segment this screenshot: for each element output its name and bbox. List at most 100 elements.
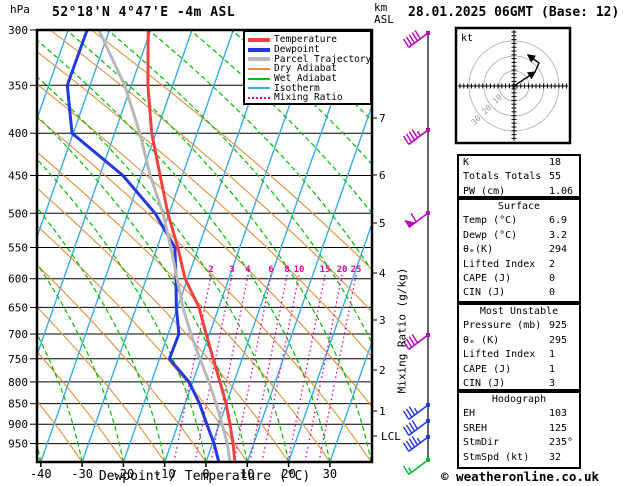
hodograph-unit-label: kt: [461, 33, 473, 44]
row-value: 294: [549, 243, 567, 257]
row-value: 103: [549, 407, 567, 421]
row-value: 3.2: [549, 229, 567, 243]
credit-link[interactable]: © weatheronline.co.uk: [441, 469, 599, 484]
mixing-ratio-axis-label: Mixing Ratio (g/kg): [396, 231, 409, 431]
table-row: CIN (J) 0: [459, 286, 579, 300]
x-axis-label: Dewpoint / Temperature (°C): [37, 469, 372, 484]
pressure-tick-label: 650: [8, 301, 28, 314]
pressure-tick-label: 350: [8, 79, 28, 92]
legend-line-sample: [248, 78, 270, 80]
km-tick-label: 5: [379, 217, 386, 230]
pressure-tick-label: 750: [8, 353, 28, 366]
pressure-tick-label: 450: [8, 169, 28, 182]
altitude-axis-unit: kmASL: [374, 2, 394, 26]
panel-title: Surface: [459, 200, 579, 214]
mixing-ratio-value-label: 25: [351, 265, 362, 275]
most-unstable-panel: Most UnstablePressure (mb)925θₑ (K)295Li…: [457, 303, 581, 391]
legend-line-sample: [248, 48, 270, 52]
km-tick-label: 7: [379, 112, 386, 125]
table-row: PW (cm)1.06: [459, 185, 579, 198]
panel-title: Hodograph: [459, 393, 579, 407]
pressure-tick-label: 400: [8, 127, 28, 140]
row-label: Lifted Index: [463, 349, 535, 360]
mixing-ratio-value-label: 2: [208, 265, 213, 275]
row-label: StmSpd (kt): [463, 452, 529, 463]
mixing-ratio-value-label: 6: [268, 265, 273, 275]
table-row: CIN (J) 3: [459, 377, 579, 391]
table-row: Lifted Index1: [459, 348, 579, 362]
mixing-ratio-value-label: 10: [294, 265, 305, 275]
table-row: K 18: [459, 156, 579, 170]
row-value: 1.06: [549, 185, 573, 198]
table-row: Pressure (mb) 925: [459, 319, 579, 333]
page-title: 52°18'N 4°47'E -4m ASL: [52, 5, 235, 20]
lcl-label: LCL: [381, 430, 401, 443]
table-row: StmDir 235°: [459, 436, 579, 450]
legend-line-sample: [248, 97, 270, 99]
row-value: 295: [549, 334, 567, 348]
row-value: 2: [549, 258, 555, 272]
row-label: Temp (°C): [463, 215, 517, 226]
row-value: 0: [549, 286, 555, 300]
row-label: Pressure (mb): [463, 320, 541, 331]
chart-legend: TemperatureDewpointParcel TrajectoryDry …: [243, 30, 372, 105]
altitude-unit-asl: ASL: [374, 13, 394, 26]
legend-item-mixing-ratio: Mixing Ratio: [248, 93, 370, 103]
row-value: 1: [549, 363, 555, 377]
run-date-label: 28.01.2025 06GMT (Base: 12): [408, 5, 619, 20]
legend-line-sample: [248, 87, 270, 89]
pressure-tick-label: 950: [8, 438, 28, 451]
table-row: Dewp (°C) 3.2: [459, 229, 579, 243]
legend-line-sample: [248, 68, 270, 70]
row-label: CIN (J): [463, 378, 505, 389]
row-label: Lifted Index: [463, 259, 535, 270]
wind-barb: [404, 458, 430, 474]
legend-line-sample: [248, 57, 270, 61]
table-row: CAPE (J) 0: [459, 272, 579, 286]
mixing-ratio-value-label: 3: [229, 265, 234, 275]
row-label: CIN (J): [463, 287, 505, 298]
skewt-sounding-app: 2346810152025300350400450500550600650700…: [0, 0, 629, 486]
pressure-tick-label: 550: [8, 241, 28, 254]
row-label: SREH: [463, 423, 487, 434]
row-label: Totals Totals: [463, 171, 541, 182]
table-row: CAPE (J)1: [459, 363, 579, 377]
pressure-tick-label: 850: [8, 398, 28, 411]
row-label: Dewp (°C): [463, 230, 517, 241]
km-tick-label: 3: [379, 314, 386, 327]
pressure-tick-label: 800: [8, 376, 28, 389]
row-value: 55: [549, 170, 561, 184]
row-label: K: [463, 157, 469, 168]
row-label: StmDir: [463, 437, 499, 448]
panel-title: Most Unstable: [459, 305, 579, 319]
legend-line-sample: [248, 38, 270, 42]
row-label: CAPE (J): [463, 273, 511, 284]
pressure-tick-label: 500: [8, 207, 28, 220]
mixing-ratio-value-label: 4: [245, 265, 251, 275]
km-tick-label: 6: [379, 169, 386, 182]
pressure-tick-label: 900: [8, 418, 28, 431]
table-row: Lifted Index 2: [459, 258, 579, 272]
table-row: Temp (°C)6.9: [459, 214, 579, 228]
km-tick-label: 1: [379, 405, 386, 418]
row-value: 18: [549, 156, 561, 170]
wind-barb: [404, 30, 430, 47]
row-label: θₑ(K): [463, 244, 493, 255]
surface-panel: SurfaceTemp (°C)6.9Dewp (°C)3.2θₑ(K)294L…: [457, 198, 581, 303]
row-value: 925: [549, 319, 567, 333]
table-row: θₑ(K) 294: [459, 243, 579, 257]
wind-barb: [404, 128, 430, 144]
mixing-ratio-value-label: 20: [337, 265, 348, 275]
pressure-tick-label: 300: [8, 24, 28, 37]
table-row: EH103: [459, 407, 579, 421]
row-value: 32: [549, 451, 561, 465]
wind-barb: [404, 435, 430, 451]
km-tick-label: 2: [379, 364, 386, 377]
row-value: 3: [549, 377, 555, 391]
row-value: 0: [549, 272, 555, 286]
table-row: StmSpd (kt) 32: [459, 451, 579, 465]
pressure-tick-label: 600: [8, 273, 28, 286]
pressure-tick-label: 700: [8, 328, 28, 341]
km-tick-label: 4: [379, 267, 386, 280]
row-value: 235°: [549, 436, 573, 450]
